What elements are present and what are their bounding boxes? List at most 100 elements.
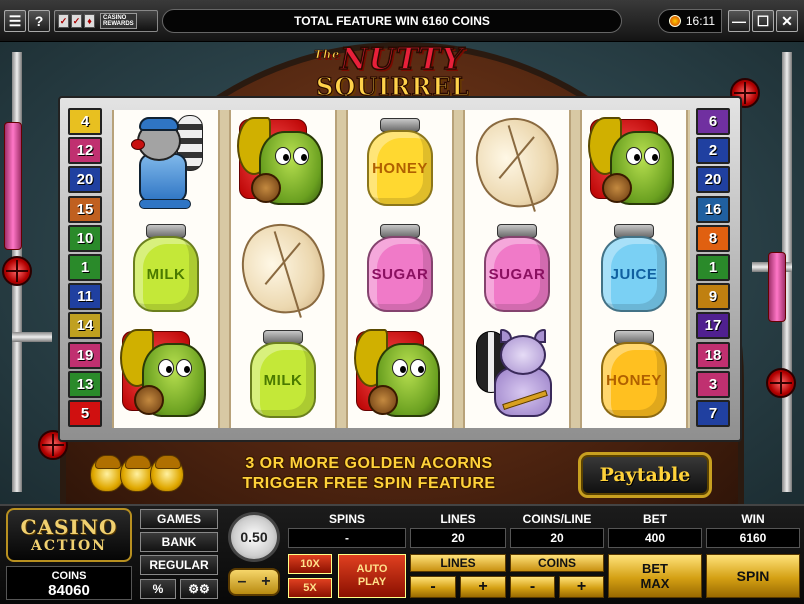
- squirrel-eye: [158, 359, 174, 377]
- payline-left-indicator[interactable]: 12: [68, 137, 102, 165]
- bet-max-button[interactable]: BET MAX: [608, 554, 702, 598]
- minimize-button[interactable]: —: [728, 10, 750, 32]
- reel-symbol: [465, 322, 569, 428]
- autoplay-line1: AUTO: [356, 563, 388, 575]
- clock-time: 16:11: [685, 14, 715, 28]
- lines-plus-button[interactable]: +: [460, 576, 506, 598]
- jar-label: MILK: [146, 265, 186, 283]
- reel-symbol: [114, 110, 218, 216]
- coins-minus-button[interactable]: -: [510, 576, 555, 598]
- feature-info: 3 OR MORE GOLDEN ACORNS TRIGGER FREE SPI…: [204, 454, 534, 494]
- payline-right-indicator[interactable]: 3: [696, 370, 730, 398]
- payline-right-indicator[interactable]: 1: [696, 254, 730, 281]
- payline-right-indicator[interactable]: 20: [696, 166, 730, 194]
- settings-button[interactable]: ⚙⚙: [180, 579, 218, 599]
- game-window: ☰ ? ✓ ✓ ♦ CASINO REWARDS TOTAL FEATURE W…: [0, 0, 804, 604]
- bet-max-line2: MAX: [640, 576, 670, 591]
- lines-value: 20: [410, 528, 506, 548]
- jar-label: SUGAR: [488, 265, 546, 283]
- maximize-button[interactable]: ☐: [752, 10, 774, 32]
- acorn-icon: [90, 455, 124, 492]
- jar-body: HONEY: [601, 342, 667, 418]
- payline-left-indicator[interactable]: 13: [68, 370, 102, 398]
- payline-left-indicator[interactable]: 1: [68, 254, 102, 281]
- payline-right-indicator[interactable]: 2: [696, 137, 730, 165]
- payline-left-indicator[interactable]: 10: [68, 224, 102, 252]
- acorn-icon: [150, 455, 184, 492]
- oak-leaf-icon: [460, 103, 574, 223]
- valve-icon: [766, 368, 796, 398]
- reel: SUGAR: [460, 103, 574, 428]
- coins-plus-button[interactable]: +: [559, 576, 604, 598]
- payline-left-indicator[interactable]: 14: [68, 312, 102, 340]
- autoplay-button[interactable]: AUTO PLAY: [338, 554, 406, 598]
- status-message: TOTAL FEATURE WIN 6160 COINS: [162, 9, 622, 33]
- payline-right-indicator[interactable]: 9: [696, 283, 730, 311]
- jar-body: SUGAR: [484, 236, 550, 312]
- regular-button[interactable]: REGULAR: [140, 555, 218, 575]
- reel-symbol: [582, 110, 686, 216]
- reel-symbol: [460, 103, 574, 223]
- squirrel-icon: [586, 115, 682, 211]
- jar-label: HONEY: [372, 159, 428, 177]
- payline-right-indicator[interactable]: 18: [696, 341, 730, 369]
- raccoon-legs: [139, 199, 191, 209]
- jar-icon: MILK: [129, 222, 203, 316]
- squirrel-icon: [118, 327, 214, 423]
- spin-button[interactable]: SPIN: [706, 554, 800, 598]
- jar-icon: HONEY: [597, 328, 671, 422]
- golden-acorns: [90, 450, 198, 498]
- rewards-toolbar[interactable]: ✓ ✓ ♦ CASINO REWARDS: [54, 10, 158, 32]
- games-button[interactable]: GAMES: [140, 509, 218, 529]
- coin-size-minus[interactable]: –: [237, 573, 246, 591]
- coins-per-line-label: COINS/LINE: [522, 512, 592, 526]
- percent-button[interactable]: %: [140, 579, 176, 599]
- jar-label: MILK: [263, 371, 303, 389]
- coins-value: 84060: [48, 582, 90, 599]
- win-label: WIN: [741, 512, 765, 526]
- reel-symbol: MILK: [231, 322, 335, 428]
- reel-symbol: HONEY: [582, 322, 686, 428]
- casino-rewards-line2: REWARDS: [103, 21, 134, 27]
- reel: JUICE HONEY: [580, 110, 688, 428]
- payline-left-indicator[interactable]: 20: [68, 166, 102, 194]
- lines-minus-button[interactable]: -: [410, 576, 456, 598]
- nut-icon: [368, 385, 398, 415]
- squirrel-eye: [275, 147, 291, 165]
- payline-right-indicator[interactable]: 17: [696, 312, 730, 340]
- payline-right-indicator[interactable]: 6: [696, 108, 730, 135]
- reel-symbol: [231, 110, 335, 216]
- jar-body: MILK: [250, 342, 316, 418]
- payline-right-indicator[interactable]: 7: [696, 400, 730, 427]
- clock-display: 16:11: [658, 9, 722, 33]
- payline-left-indicator[interactable]: 4: [68, 108, 102, 135]
- skunk-icon: [472, 327, 562, 423]
- nut-icon: [251, 173, 281, 203]
- paytable-button[interactable]: Paytable: [578, 452, 712, 498]
- skunk-head: [500, 335, 546, 375]
- lines-label: LINES: [440, 512, 476, 526]
- acorn-icon: [120, 455, 154, 492]
- close-button[interactable]: ✕: [776, 10, 798, 32]
- bank-button[interactable]: BANK: [140, 532, 218, 552]
- squirrel-eye: [176, 359, 192, 377]
- squirrel-eye: [293, 147, 309, 165]
- bet-value: 400: [608, 528, 702, 548]
- payline-left-indicator[interactable]: 11: [68, 283, 102, 311]
- x10-button[interactable]: 10X: [288, 554, 332, 574]
- x5-button[interactable]: 5X: [288, 578, 332, 598]
- coins-label: COINS: [51, 570, 87, 582]
- payline-left-indicator[interactable]: 15: [68, 195, 102, 223]
- payline-left-indicator[interactable]: 5: [68, 400, 102, 427]
- payline-right-indicator[interactable]: 8: [696, 224, 730, 252]
- reel-symbol: [226, 209, 340, 329]
- payline-left-indicator[interactable]: 19: [68, 341, 102, 369]
- clock-icon: [668, 15, 681, 27]
- payline-right-indicator[interactable]: 16: [696, 195, 730, 223]
- casino-action-logo: CASINO ACTION: [6, 508, 132, 562]
- coin-size-plus[interactable]: +: [261, 573, 270, 591]
- menu-glyph: ☰: [8, 12, 22, 29]
- reel-symbol: SUGAR: [465, 216, 569, 322]
- menu-icon[interactable]: ☰: [4, 10, 26, 32]
- help-button[interactable]: ?: [28, 10, 50, 32]
